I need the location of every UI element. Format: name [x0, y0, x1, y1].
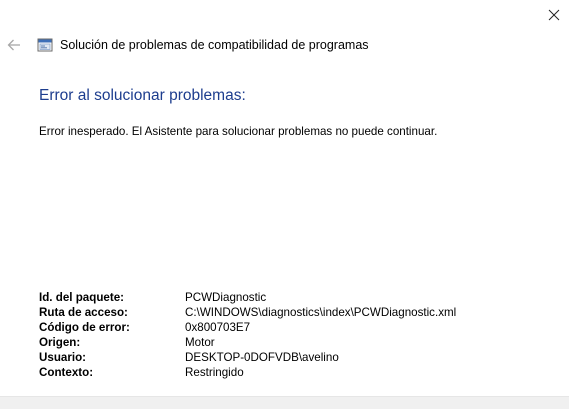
- close-icon: [548, 9, 560, 21]
- detail-row-context: Contexto: Restringido: [39, 365, 456, 380]
- detail-label: Contexto:: [39, 366, 94, 379]
- error-message: Error inesperado. El Asistente para solu…: [39, 125, 438, 138]
- back-arrow-icon: [7, 39, 20, 51]
- detail-label: Origen:: [39, 336, 81, 349]
- detail-row-source: Origen: Motor: [39, 335, 456, 350]
- detail-value: 0x800703E7: [185, 321, 251, 334]
- detail-value: Restringido: [185, 366, 244, 379]
- window-title: Solución de problemas de compatibilidad …: [60, 38, 369, 52]
- detail-value: DESKTOP-0DOFVDB\avelino: [185, 351, 339, 364]
- footer-bar: [0, 396, 569, 409]
- error-heading: Error al solucionar problemas:: [39, 87, 246, 104]
- troubleshooter-window: Solución de problemas de compatibilidad …: [0, 0, 569, 409]
- details-list: Id. del paquete: PCWDiagnostic Ruta de a…: [39, 290, 456, 380]
- detail-row-user: Usuario: DESKTOP-0DOFVDB\avelino: [39, 350, 456, 365]
- detail-row-path: Ruta de acceso: C:\WINDOWS\diagnostics\i…: [39, 305, 456, 320]
- back-button[interactable]: [4, 35, 24, 55]
- detail-label: Ruta de acceso:: [39, 306, 128, 319]
- detail-value: Motor: [185, 336, 215, 349]
- detail-value: PCWDiagnostic: [185, 291, 267, 304]
- detail-label: Usuario:: [39, 351, 87, 364]
- troubleshooter-app-icon: [37, 38, 53, 52]
- detail-value: C:\WINDOWS\diagnostics\index\PCWDiagnost…: [185, 306, 457, 319]
- detail-label: Id. del paquete:: [39, 291, 125, 304]
- detail-row-error-code: Código de error: 0x800703E7: [39, 320, 456, 335]
- detail-label: Código de error:: [39, 321, 130, 334]
- close-button[interactable]: [539, 2, 569, 28]
- detail-row-package-id: Id. del paquete: PCWDiagnostic: [39, 290, 456, 305]
